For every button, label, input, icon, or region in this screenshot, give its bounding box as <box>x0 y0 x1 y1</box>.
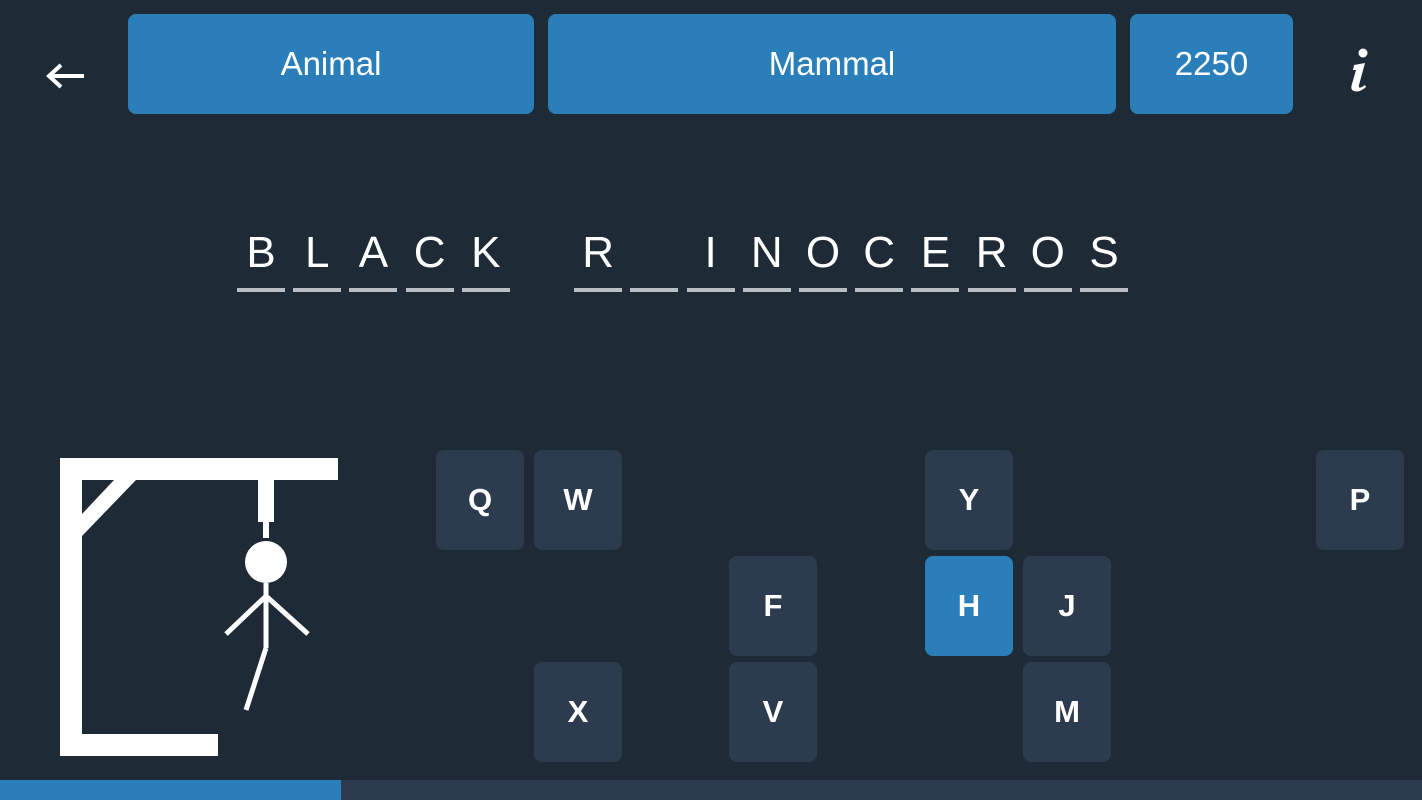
key-f[interactable]: F <box>729 556 817 656</box>
letter-slot: R <box>967 220 1016 295</box>
key-y[interactable]: Y <box>925 450 1013 550</box>
letter-slot: L <box>293 220 342 295</box>
key-m[interactable]: M <box>1023 662 1111 762</box>
letter-underline <box>911 288 960 292</box>
letter-underline <box>574 288 623 292</box>
letter-slot: E <box>911 220 960 295</box>
progress-bar <box>0 780 1422 800</box>
key-x[interactable]: X <box>534 662 622 762</box>
letter-char: O <box>1030 228 1065 277</box>
letter-char: R <box>975 228 1008 277</box>
letter-char: O <box>805 228 841 277</box>
letter-char: C <box>863 228 896 277</box>
letter-slot: O <box>1023 220 1072 295</box>
letter-underline <box>742 288 791 292</box>
letter-char: I <box>704 228 717 277</box>
letter-underline <box>967 288 1016 292</box>
letter-char: A <box>358 228 389 277</box>
letter-slot: C <box>405 220 454 295</box>
progress-fill <box>0 780 342 800</box>
letter-char: E <box>920 228 951 277</box>
letter-char: K <box>471 228 501 277</box>
letter-slot: O <box>799 220 847 295</box>
letter-underline <box>405 288 454 292</box>
letter-char: R <box>582 228 615 277</box>
letter-slot: N <box>742 220 791 295</box>
letter-underline <box>855 288 904 292</box>
letter-slot: R <box>574 220 623 295</box>
letter-slot: B <box>237 220 285 295</box>
key-v[interactable]: V <box>729 662 817 762</box>
letter-char: S <box>1089 228 1119 277</box>
hangman-drawing <box>60 458 338 756</box>
letter-char: C <box>413 228 446 277</box>
letter-underline <box>1080 288 1128 292</box>
letter-underline <box>686 288 735 292</box>
key-w[interactable]: W <box>534 450 622 550</box>
key-j[interactable]: J <box>1023 556 1111 656</box>
letter-underline <box>293 288 342 292</box>
letter-underline <box>1023 288 1072 292</box>
letter-underline <box>349 288 398 292</box>
word-display: BLACKRINOCEROS <box>0 0 1422 320</box>
key-p[interactable]: P <box>1316 450 1404 550</box>
letter-slot: S <box>1080 220 1128 295</box>
letter-underline <box>461 288 510 292</box>
letter-slot: I <box>686 220 735 295</box>
letter-char: B <box>246 228 276 277</box>
key-h[interactable]: H <box>925 556 1013 656</box>
letter-underline <box>799 288 847 292</box>
key-q[interactable]: Q <box>436 450 524 550</box>
letter-char: L <box>304 228 330 277</box>
letter-char: N <box>750 228 783 277</box>
letter-underline <box>237 288 285 292</box>
letter-slot: A <box>349 220 398 295</box>
letter-slot: C <box>855 220 904 295</box>
letter-slot: K <box>461 220 510 295</box>
letter-slot <box>630 220 679 295</box>
letter-underline <box>630 288 679 292</box>
